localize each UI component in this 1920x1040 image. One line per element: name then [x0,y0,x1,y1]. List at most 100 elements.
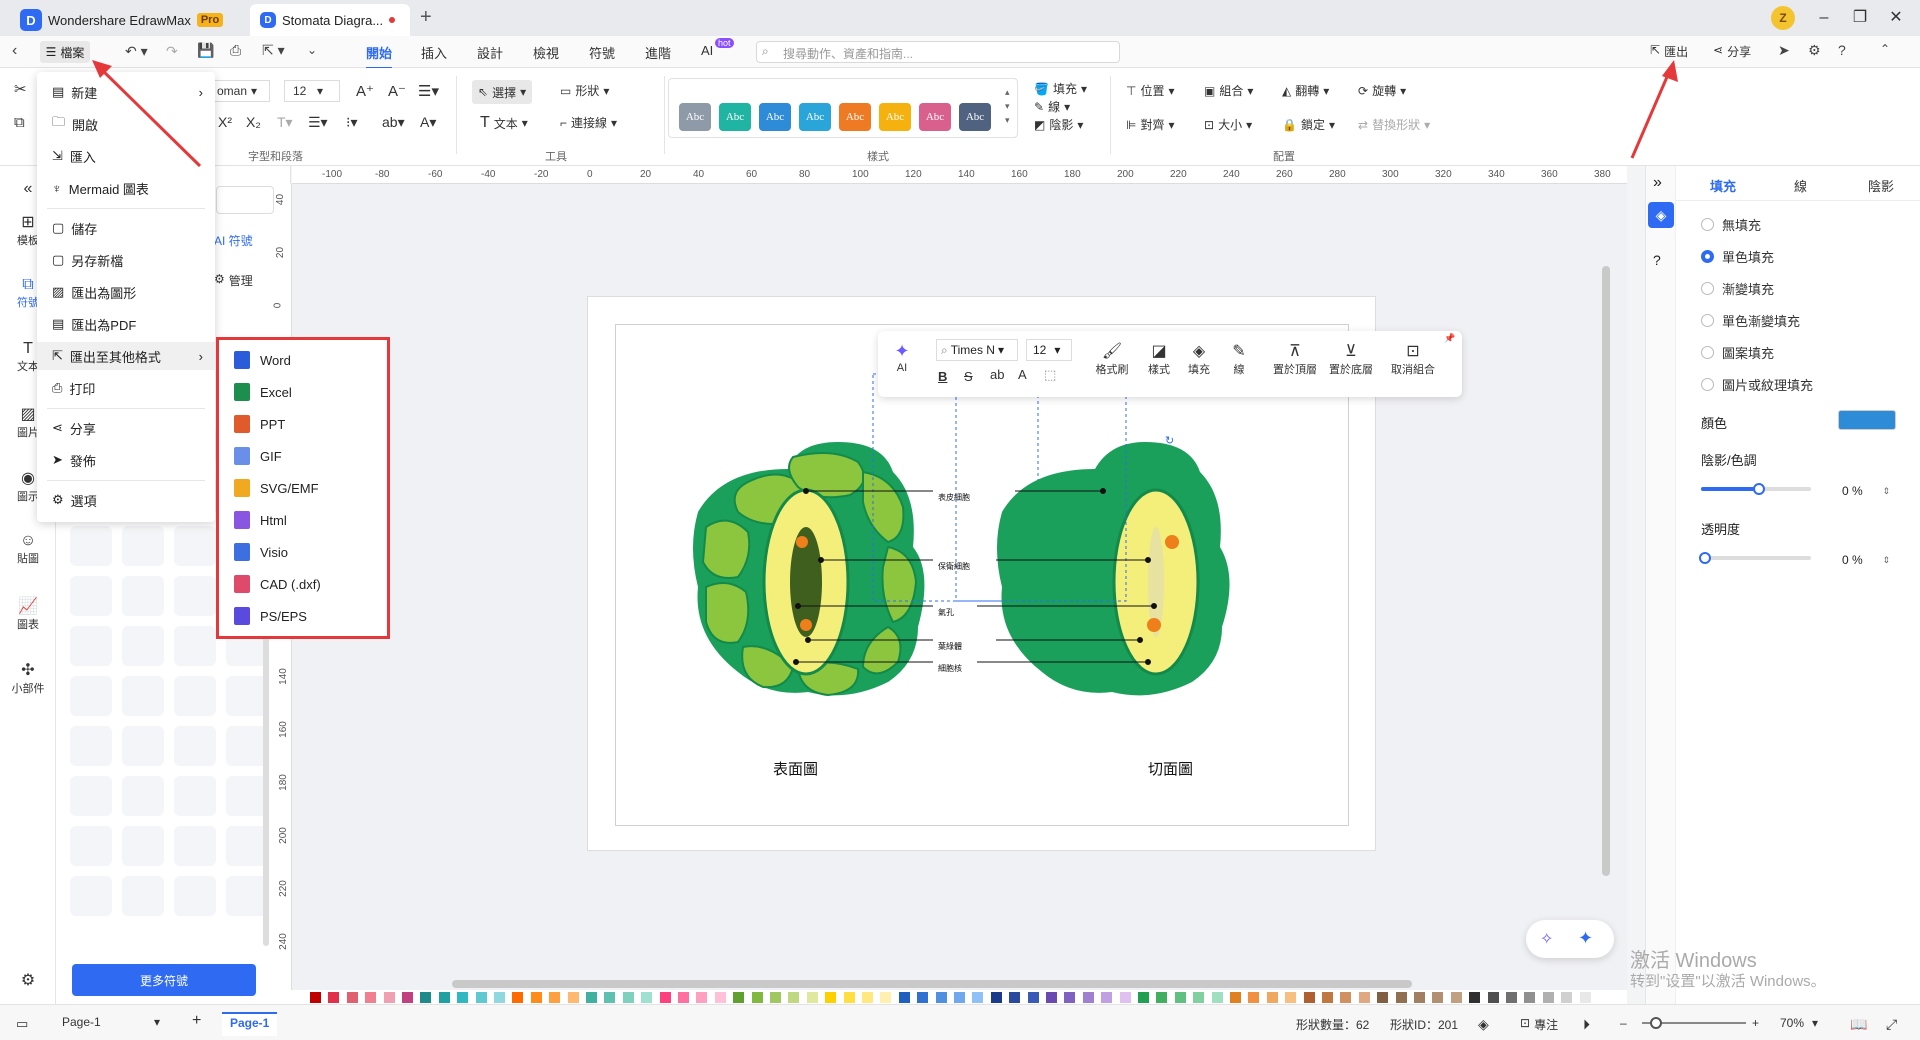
color-swatch[interactable] [310,992,321,1003]
sidebar-item-widgets[interactable]: ✣ 小部件 [4,660,52,696]
tab-advanced[interactable]: 進階 [645,43,671,62]
page-tab[interactable]: Page-1 [222,1012,278,1036]
export-button[interactable]: ⇱ 匯出 [1650,43,1688,60]
sidebar-item-charts[interactable]: 📈 圖表 [4,596,52,632]
color-swatch[interactable] [1579,992,1591,1003]
text-case-icon[interactable]: ab▾ [382,114,405,131]
close-icon[interactable]: ✕ [1884,6,1908,30]
replace-shape-button[interactable]: ⇄ 替換形狀 ▾ [1358,116,1430,133]
text-format-icon[interactable]: T▾ [277,114,293,131]
label-chloroplast[interactable]: 葉綠體 [938,641,962,652]
export-word[interactable]: Word [234,346,291,374]
color-swatch[interactable] [917,992,929,1003]
cut-icon[interactable]: ✂ [14,80,27,98]
tab-shadow[interactable]: 陰影 [1868,176,1894,195]
color-swatch[interactable] [1414,992,1425,1003]
superscript-icon[interactable]: X² [218,114,232,130]
tab-line[interactable]: 線 [1794,176,1807,195]
color-swatch[interactable] [1119,992,1131,1003]
symbol-item[interactable] [174,676,216,716]
color-swatch[interactable] [898,992,910,1003]
menu-item-save[interactable]: ▢ 儲存 [37,214,215,242]
ai-symbols-link[interactable]: AI 符號 [214,232,253,249]
export-quick-icon[interactable]: ⇱ ▾ [262,42,285,59]
menu-item-publish[interactable]: ➤ 發佈 [37,446,215,474]
text-box-icon[interactable]: ⬚ [1044,367,1056,383]
symbol-item[interactable] [122,876,164,916]
style-swatch[interactable]: Abc [919,103,951,131]
undo-icon[interactable]: ↶ ▾ [125,43,148,60]
color-swatch[interactable] [806,992,818,1003]
book-icon[interactable]: 📖 [1850,1016,1867,1033]
tab-view[interactable]: 檢視 [533,43,559,62]
style-swatch[interactable]: Abc [679,103,711,131]
font-size-select[interactable]: 12 ▾ [284,80,340,102]
menu-item-share[interactable]: ⋖ 分享 [37,414,215,442]
tab-insert[interactable]: 插入 [421,43,447,62]
page-panel-icon[interactable]: ▭ [16,1016,28,1032]
pin-icon[interactable]: 📌 [1444,333,1455,344]
symbol-item[interactable] [226,676,268,716]
color-swatch[interactable] [586,992,597,1003]
caption-surface-view[interactable]: 表面圖 [773,758,818,779]
label-guard-cell[interactable]: 保衛細胞 [938,561,970,572]
symbol-item[interactable] [70,676,112,716]
color-swatch[interactable] [475,992,487,1003]
connector-tool-button[interactable]: ⌐ 連接線 ▾ [560,114,617,131]
export-cad[interactable]: CAD (.dxf) [234,570,321,598]
color-swatch[interactable] [1174,992,1186,1003]
color-swatch[interactable] [825,992,837,1003]
symbol-item[interactable] [122,576,164,616]
tab-symbols[interactable]: 符號 [589,43,615,62]
manage-button[interactable]: ⚙ 管理 [214,272,253,289]
zoom-out-icon[interactable]: – [1620,1016,1627,1030]
ai-button[interactable]: ✦ AI [888,341,916,374]
symbol-item[interactable] [70,876,112,916]
shrink-font-icon[interactable]: A⁻ [388,82,406,100]
label-nucleus[interactable]: 細胞核 [938,663,962,674]
tab-ai[interactable]: AI [701,43,713,58]
page-select[interactable]: Page-1 ▾ [56,1013,166,1033]
app-tab[interactable]: D Wondershare EdrawMax Pro [10,4,238,36]
fill-option-none[interactable]: 無填充 [1701,215,1761,234]
color-swatch[interactable] [1285,992,1297,1003]
color-swatch[interactable] [420,992,432,1003]
position-button[interactable]: ⊤ 位置 ▾ [1126,82,1175,99]
symbol-item[interactable] [174,576,216,616]
color-swatch[interactable] [1027,992,1039,1003]
color-swatch[interactable] [751,992,763,1003]
grow-font-icon[interactable]: A⁺ [356,82,374,100]
color-swatch[interactable] [549,992,561,1003]
fill-panel-icon[interactable]: ◈ [1648,202,1674,228]
symbol-item[interactable] [174,776,216,816]
color-swatch[interactable] [1082,992,1094,1003]
redo-icon[interactable]: ↷ [166,43,178,60]
menu-item-export-image[interactable]: ▨ 匯出為圖形 [37,278,215,306]
export-html[interactable]: Html [234,506,287,534]
color-swatch[interactable] [494,992,505,1003]
color-swatch[interactable] [1266,992,1278,1003]
menu-item-print[interactable]: ⎙ 打印 [37,374,215,402]
tab-fill[interactable]: 填充 [1710,176,1736,195]
color-swatch[interactable] [1248,992,1260,1003]
font-color-icon[interactable]: A [1018,367,1027,382]
settings-gear-icon[interactable]: ⚙ [1808,42,1821,59]
zoom-level-select[interactable]: 70% ▾ [1780,1016,1818,1030]
tab-design[interactable]: 設計 [477,43,503,62]
style-swatch[interactable]: Abc [719,103,751,131]
font-name-select[interactable]: oman ▾ [214,80,270,102]
color-swatch[interactable] [1303,992,1315,1003]
color-swatch[interactable] [678,992,689,1003]
menu-item-options[interactable]: ⚙ 選項 [37,486,215,514]
shade-value-input[interactable]: 0 % ⇕ [1836,480,1896,502]
sidebar-item-stickers[interactable]: ☺ 貼圖 [4,532,52,566]
group-button[interactable]: ▣ 組合 ▾ [1204,82,1253,99]
ai-sparkle-icon[interactable]: ✦ [1578,928,1593,949]
color-swatch[interactable] [567,992,579,1003]
symbol-item[interactable] [70,576,112,616]
font-size-select[interactable]: 12 ▾ [1026,339,1072,361]
style-swatch[interactable]: Abc [879,103,911,131]
fill-option-picture[interactable]: 圖片或紋理填充 [1701,375,1813,394]
rotate-button[interactable]: ⟳ 旋轉 ▾ [1358,82,1406,99]
save-icon[interactable]: 💾 [197,42,214,59]
